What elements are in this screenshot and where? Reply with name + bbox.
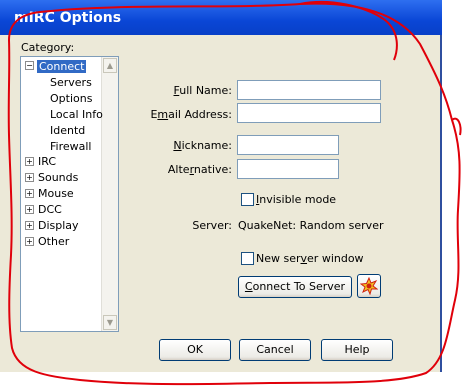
tree-item-identd[interactable]: Identd xyxy=(50,123,85,138)
expand-icon[interactable]: + xyxy=(25,173,34,182)
new-server-window-checkbox[interactable] xyxy=(241,252,254,265)
connect-to-server-button[interactable]: Connect To Server xyxy=(238,276,352,298)
expand-icon[interactable]: + xyxy=(25,189,34,198)
tree-item-servers[interactable]: Servers xyxy=(50,75,92,90)
tree-item-irc[interactable]: IRC xyxy=(38,154,56,169)
tree-item-label: Connect xyxy=(37,60,87,73)
title-bar[interactable]: mIRC Options xyxy=(0,0,442,35)
server-list-button[interactable] xyxy=(357,274,381,298)
expand-icon[interactable]: + xyxy=(25,205,34,214)
email-field[interactable] xyxy=(237,103,381,123)
alternative-label: Alternative: xyxy=(167,163,232,176)
email-label: Email Address: xyxy=(150,108,232,121)
expand-icon[interactable]: + xyxy=(25,221,34,230)
tree-item-options[interactable]: Options xyxy=(50,91,92,106)
nickname-label: Nickname: xyxy=(173,139,232,152)
scroll-up-icon[interactable]: ▲ xyxy=(103,58,117,73)
cancel-button[interactable]: Cancel xyxy=(239,339,311,361)
tree-item-firewall[interactable]: Firewall xyxy=(50,139,91,154)
window-title: mIRC Options xyxy=(14,10,122,26)
tree-scrollbar[interactable]: ▲ ▼ xyxy=(101,57,118,331)
collapse-icon[interactable]: − xyxy=(25,61,34,70)
help-button[interactable]: Help xyxy=(321,339,393,361)
server-star-icon xyxy=(359,276,379,296)
ok-button[interactable]: OK xyxy=(159,339,231,361)
full-name-label: Full Name: xyxy=(173,84,232,97)
expand-icon[interactable]: + xyxy=(25,237,34,246)
tree-item-dcc[interactable]: DCC xyxy=(38,202,62,217)
new-server-window-label[interactable]: New server window xyxy=(256,251,364,266)
tree-item-display[interactable]: Display xyxy=(38,218,79,233)
tree-item-local-info[interactable]: Local Info xyxy=(50,107,103,122)
tree-item-connect[interactable]: Connect xyxy=(37,59,87,74)
options-dialog: mIRC Options Category: ▲ ▼ − Connect Ser… xyxy=(0,0,442,372)
tree-item-sounds[interactable]: Sounds xyxy=(38,170,78,185)
invisible-mode-label[interactable]: Invisible mode xyxy=(256,192,336,207)
category-tree[interactable]: ▲ ▼ − Connect Servers Options Local Info… xyxy=(20,56,119,332)
full-name-field[interactable] xyxy=(237,80,381,100)
scroll-down-icon[interactable]: ▼ xyxy=(103,315,117,330)
server-label: Server: xyxy=(192,219,232,232)
category-label: Category: xyxy=(21,41,75,54)
tree-item-other[interactable]: Other xyxy=(38,234,69,249)
tree-item-mouse[interactable]: Mouse xyxy=(38,186,74,201)
expand-icon[interactable]: + xyxy=(25,157,34,166)
alternative-field[interactable] xyxy=(237,159,339,179)
nickname-field[interactable] xyxy=(237,135,339,155)
invisible-mode-checkbox[interactable] xyxy=(241,193,254,206)
server-value: QuakeNet: Random server xyxy=(238,219,384,232)
scribble-tick xyxy=(451,117,462,136)
